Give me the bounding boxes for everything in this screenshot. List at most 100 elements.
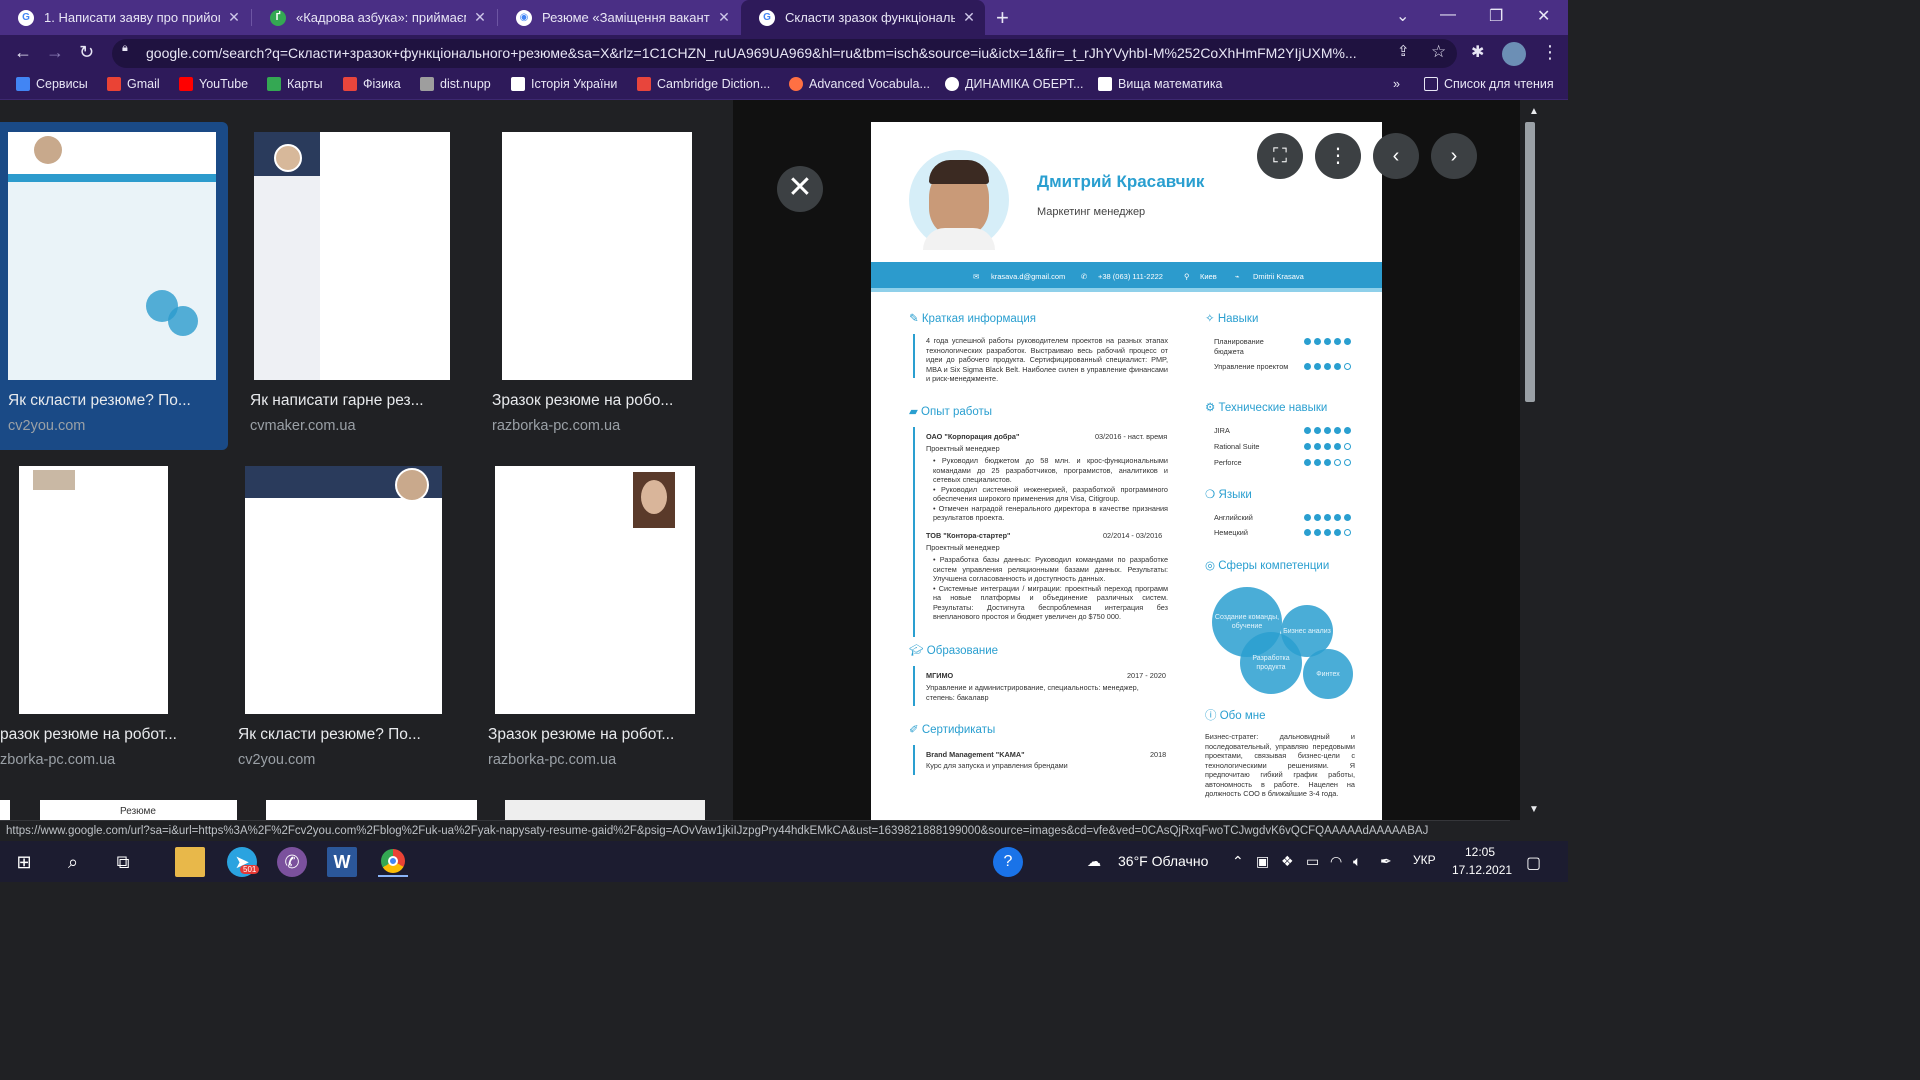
search-icon[interactable]: ⌕: [58, 847, 88, 877]
page-scrollbar[interactable]: ▲ ▼: [1520, 100, 1568, 820]
reading-list[interactable]: Список для чтения: [1424, 77, 1554, 91]
previous-image-icon[interactable]: ‹: [1373, 133, 1419, 179]
section-skills: ✧ Навыки: [1205, 313, 1259, 325]
address-bar[interactable]: google.com/search?q=Скласти+зразок+функц…: [112, 39, 1457, 68]
tab-3[interactable]: ◉ Резюме «Заміщення вакантної ✕: [498, 0, 740, 35]
result-thumbnail-10[interactable]: [505, 800, 705, 820]
bookmark-cambridge[interactable]: Cambridge Diction...: [637, 77, 770, 91]
tab-4-active[interactable]: G Скласти зразок функціональног ✕: [741, 0, 985, 35]
bookmark-maps[interactable]: Карты: [267, 77, 323, 91]
result-thumbnail-7[interactable]: [0, 800, 10, 820]
result-title[interactable]: Як скласти резюме? По...: [8, 392, 222, 410]
scroll-up-icon[interactable]: ▲: [1529, 106, 1539, 117]
result-thumbnail-4[interactable]: [19, 466, 168, 714]
extensions-icon[interactable]: ✱: [1471, 42, 1484, 62]
gmail-icon: [107, 77, 121, 91]
chrome-icon[interactable]: [378, 847, 408, 877]
bookmark-gmail[interactable]: Gmail: [107, 77, 160, 91]
bookmark-advanced-vocab[interactable]: Advanced Vocabula...: [789, 77, 930, 91]
scroll-down-icon[interactable]: ▼: [1529, 804, 1539, 815]
tray-expand-icon[interactable]: ⌃: [1232, 853, 1244, 870]
reload-icon[interactable]: ↻: [79, 42, 94, 63]
dropbox-icon[interactable]: ❖: [1281, 853, 1294, 870]
result-source[interactable]: zborka-pc.com.ua: [0, 752, 115, 768]
tab-search-icon[interactable]: ⌄: [1396, 6, 1409, 26]
new-tab-icon[interactable]: +: [996, 5, 1009, 31]
result-thumbnail-5[interactable]: [245, 466, 442, 714]
bookmark-higher-math[interactable]: Вища математика: [1098, 77, 1223, 91]
result-title[interactable]: Як скласти резюме? По...: [238, 726, 443, 744]
back-icon[interactable]: ←: [14, 42, 32, 63]
close-tab-icon[interactable]: ✕: [472, 9, 488, 26]
about-text: Бизнес-стратег: дальновидный и последова…: [1205, 732, 1355, 798]
lock-icon[interactable]: 🔒︎: [122, 42, 134, 54]
bookmark-dist-nupp[interactable]: dist.nupp: [420, 77, 491, 91]
result-thumbnail-9[interactable]: [266, 800, 477, 820]
result-thumbnail-8[interactable]: Резюме: [40, 800, 237, 820]
result-thumbnail-1[interactable]: [8, 132, 216, 380]
result-thumbnail-2[interactable]: [254, 132, 450, 380]
bookmark-youtube[interactable]: YouTube: [179, 77, 248, 91]
close-preview-icon[interactable]: ✕: [777, 166, 823, 212]
close-tab-icon[interactable]: ✕: [716, 9, 732, 26]
next-image-icon[interactable]: ›: [1431, 133, 1477, 179]
weather-text[interactable]: 36°F Облачно: [1118, 853, 1208, 869]
bookmark-physics[interactable]: Фізика: [343, 77, 401, 91]
windows-start-icon[interactable]: ⊞: [9, 847, 39, 877]
clock-time[interactable]: 12:05: [1465, 845, 1495, 859]
menu-kebab-icon[interactable]: ⋮: [1541, 42, 1559, 63]
section-brief: ✎ Краткая информация: [909, 313, 1037, 325]
result-source[interactable]: cvmaker.com.ua: [250, 418, 356, 434]
close-tab-icon[interactable]: ✕: [961, 9, 977, 26]
forward-icon[interactable]: →: [46, 42, 64, 63]
language-indicator[interactable]: УКР: [1413, 853, 1436, 867]
bookmark-star-icon[interactable]: ☆: [1431, 42, 1446, 62]
weather-icon[interactable]: ☁: [1087, 853, 1101, 870]
task-view-icon[interactable]: ⧉: [108, 847, 138, 877]
result-title[interactable]: Зразок резюме на робо...: [492, 392, 697, 410]
bookmark-history-ukraine[interactable]: Історія України: [511, 77, 617, 91]
tech-rating: [1304, 459, 1351, 466]
result-title[interactable]: Зразок резюме на робот...: [488, 726, 703, 744]
result-thumbnail-3[interactable]: [502, 132, 692, 380]
close-window-icon[interactable]: ✕: [1537, 6, 1550, 26]
tech-label: Rational Suite: [1214, 442, 1260, 451]
share-icon[interactable]: ⇪: [1397, 42, 1410, 60]
close-tab-icon[interactable]: ✕: [226, 9, 242, 26]
battery-icon[interactable]: ▭: [1306, 853, 1319, 870]
viber-icon[interactable]: ✆: [277, 847, 307, 877]
volume-icon[interactable]: 🔈︎: [1353, 853, 1361, 870]
tab-2[interactable]: Ґ «Кадрова азбука»: приймаємо н ✕: [252, 0, 496, 35]
bookmarks-more-icon[interactable]: »: [1393, 77, 1400, 91]
preview-image-resume[interactable]: Дмитрий Красавчик Маркетинг менеджер ✉ k…: [871, 122, 1382, 820]
wifi-icon[interactable]: ◠: [1330, 853, 1342, 870]
bookmark-services[interactable]: Сервисы: [16, 77, 88, 91]
result-source[interactable]: razborka-pc.com.ua: [488, 752, 616, 768]
result-source[interactable]: cv2you.com: [8, 418, 85, 434]
tray-device-icon[interactable]: ▣: [1256, 853, 1269, 870]
file-explorer-icon[interactable]: [175, 847, 205, 877]
tech-label: Perforce: [1214, 458, 1242, 467]
result-title[interactable]: Як написати гарне рез...: [250, 392, 450, 410]
help-icon[interactable]: ?: [993, 847, 1023, 877]
more-options-icon[interactable]: ⋮: [1315, 133, 1361, 179]
result-source[interactable]: razborka-pc.com.ua: [492, 418, 620, 434]
result-title[interactable]: разок резюме на робот...: [0, 726, 200, 744]
notifications-icon[interactable]: ▢: [1526, 853, 1541, 873]
scrollbar-thumb[interactable]: [1525, 122, 1535, 402]
clock-date[interactable]: 17.12.2021: [1452, 863, 1512, 877]
result-source[interactable]: cv2you.com: [238, 752, 315, 768]
edit-icon: ✎: [909, 313, 922, 325]
bookmark-dynamics[interactable]: ДИНАМІКА ОБЕРТ...: [945, 77, 1084, 91]
tab-1[interactable]: G 1. Написати заяву про прийом ✕: [0, 0, 250, 35]
pen-icon[interactable]: ✒: [1380, 853, 1392, 870]
edu-dates: 2017 - 2020: [1127, 671, 1166, 680]
word-icon[interactable]: W: [327, 847, 357, 877]
minimize-icon[interactable]: —: [1440, 6, 1456, 24]
lens-search-icon[interactable]: ⛶: [1257, 133, 1303, 179]
thumb-label: Резюме: [120, 806, 156, 817]
profile-avatar[interactable]: [1502, 42, 1526, 66]
skill-rating: [1304, 338, 1351, 345]
restore-icon[interactable]: ❐: [1489, 6, 1503, 26]
result-thumbnail-6[interactable]: [495, 466, 695, 714]
